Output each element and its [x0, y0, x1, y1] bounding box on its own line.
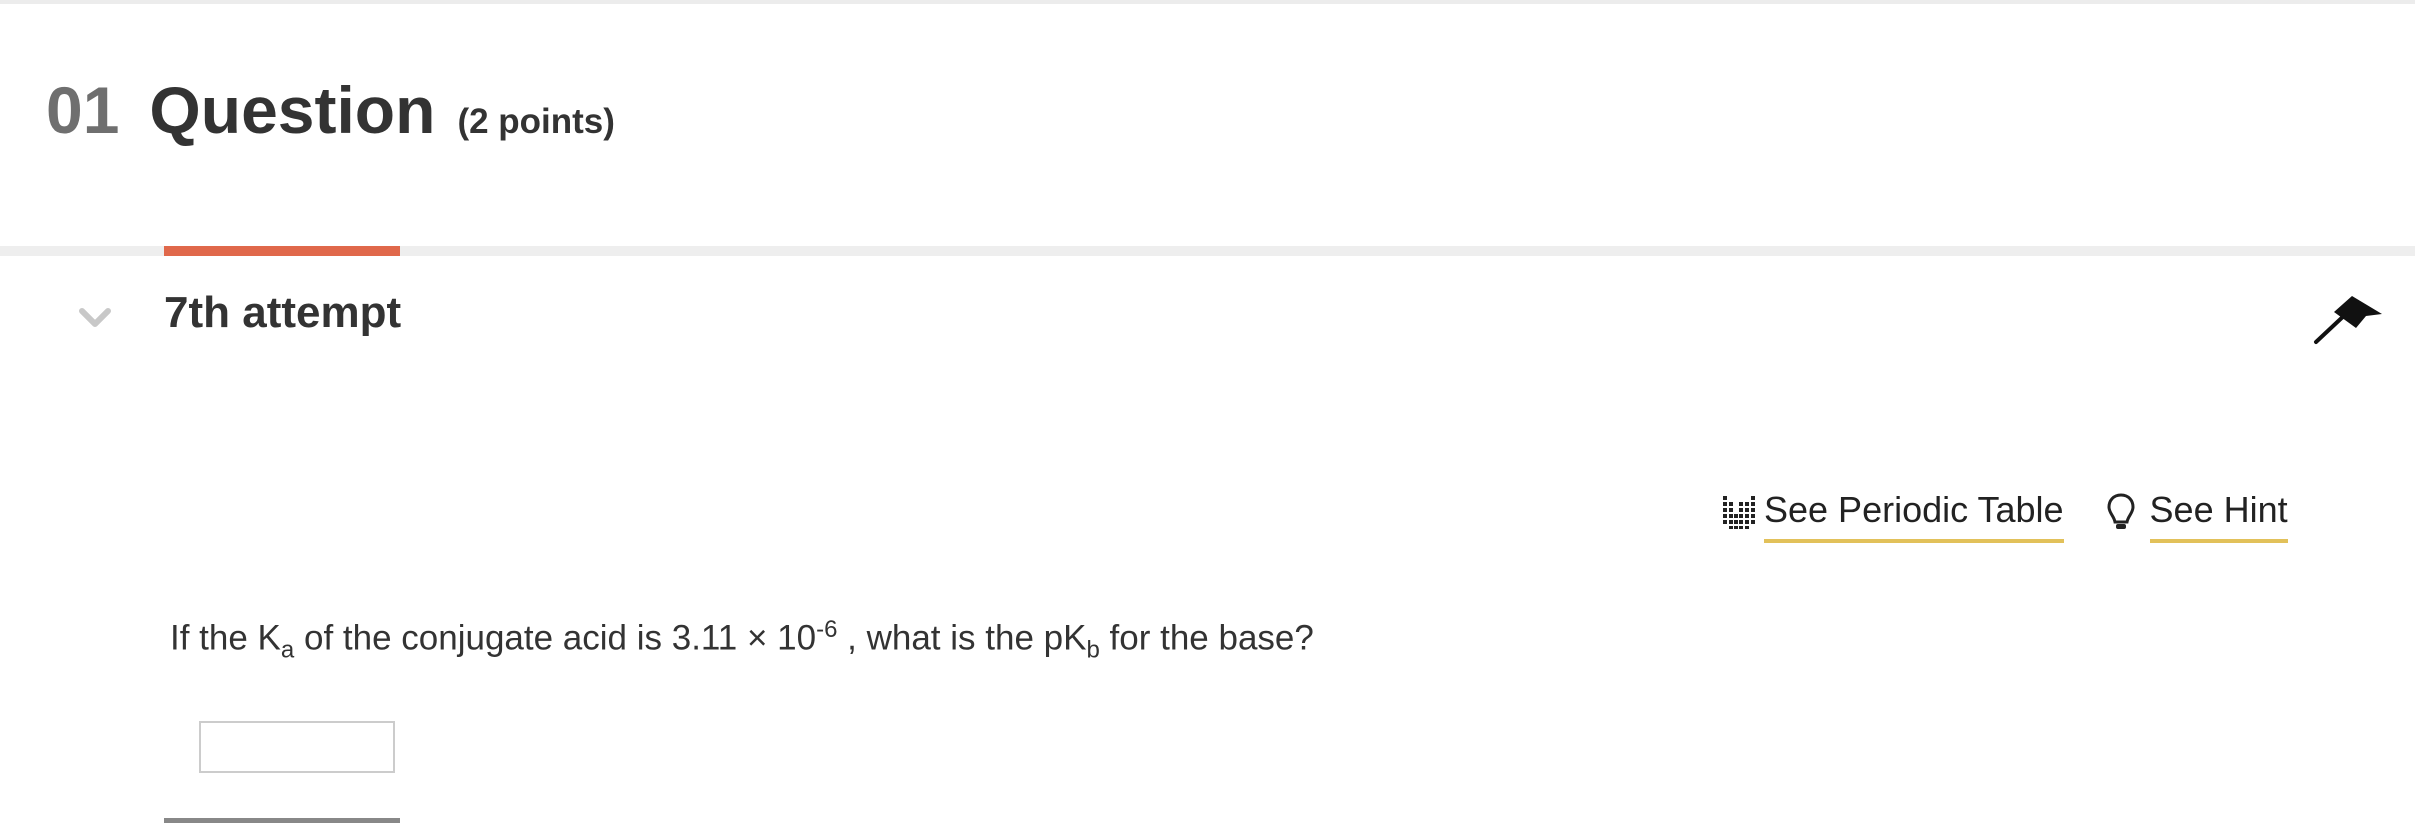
submit-button-edge[interactable] [164, 818, 400, 823]
question-prompt: If the Ka of the conjugate acid is 3.11 … [170, 616, 1314, 665]
flag-icon[interactable] [2310, 290, 2386, 350]
question-page: 01 Question (2 points) 7th attempt See P… [0, 0, 2415, 823]
answer-input[interactable] [199, 721, 395, 773]
question-number: 01 [46, 73, 120, 147]
chevron-down-icon[interactable] [78, 300, 112, 334]
attempt-tab-indicator [164, 246, 400, 256]
exponent: -6 [816, 616, 838, 643]
prompt-part-4: for the base? [1099, 618, 1314, 658]
periodic-table-link[interactable]: See Periodic Table [1720, 487, 2064, 543]
question-points: (2 points) [457, 102, 615, 141]
pkb-subscript: b [1086, 636, 1100, 664]
prompt-part-2: of the conjugate acid is 3.11 × 10 [294, 618, 817, 658]
ka-subscript: a [280, 636, 295, 664]
prompt-part-1: If the K [170, 618, 281, 658]
periodic-table-icon [1720, 494, 1758, 537]
question-tools: See Periodic Table See Hint [1720, 487, 2288, 543]
hint-label: See Hint [2149, 487, 2288, 543]
attempt-label: 7th attempt [164, 288, 402, 337]
top-divider [0, 0, 2415, 4]
prompt-part-3: , what is the pK [837, 618, 1087, 658]
lightbulb-icon [2106, 492, 2136, 539]
hint-link[interactable]: See Hint [2106, 487, 2288, 543]
question-title: Question [149, 73, 436, 147]
periodic-table-label: See Periodic Table [1764, 487, 2064, 543]
question-header: 01 Question (2 points) [46, 72, 615, 162]
